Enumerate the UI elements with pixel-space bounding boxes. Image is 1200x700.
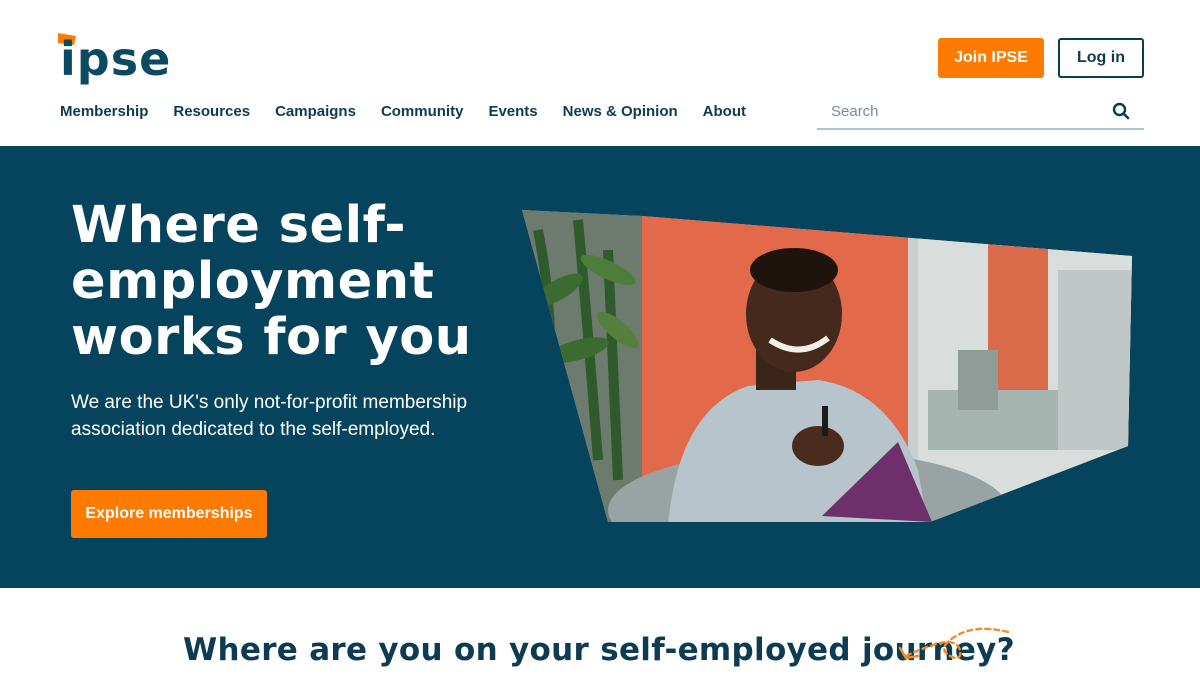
- nav-item-news-opinion[interactable]: News & Opinion: [563, 102, 678, 122]
- nav-item-about[interactable]: About: [703, 102, 746, 122]
- join-button[interactable]: Join IPSE: [938, 38, 1044, 78]
- doodle-arrow-icon: [898, 627, 1010, 660]
- search-icon[interactable]: [1112, 102, 1130, 120]
- journey-section: Where are you on your self-employed jour…: [0, 588, 1200, 700]
- login-button[interactable]: Log in: [1058, 38, 1144, 78]
- hero-subtitle: We are the UK's only not-for-profit memb…: [71, 392, 468, 440]
- hero-section: Where self-employment works for you We a…: [0, 146, 1200, 588]
- nav-item-membership[interactable]: Membership: [60, 102, 148, 122]
- site-header: ipse Join IPSE Log in Membership Resourc…: [0, 0, 1200, 146]
- nav-item-resources[interactable]: Resources: [173, 102, 250, 122]
- logo-text: ipse: [60, 32, 172, 86]
- journey-title: Where are you on your self-employed jour…: [183, 632, 1015, 668]
- main-nav: Membership Resources Campaigns Community…: [60, 102, 771, 122]
- hero-title: Where self-employment works for you: [71, 196, 472, 367]
- nav-item-events[interactable]: Events: [488, 102, 537, 122]
- explore-memberships-button[interactable]: Explore memberships: [71, 490, 267, 538]
- search-input[interactable]: [831, 100, 1101, 122]
- search-bar: [817, 94, 1144, 130]
- nav-item-campaigns[interactable]: Campaigns: [275, 102, 356, 122]
- nav-item-community[interactable]: Community: [381, 102, 464, 122]
- ipse-logo[interactable]: ipse: [56, 32, 170, 84]
- hero-photo: [522, 210, 1132, 522]
